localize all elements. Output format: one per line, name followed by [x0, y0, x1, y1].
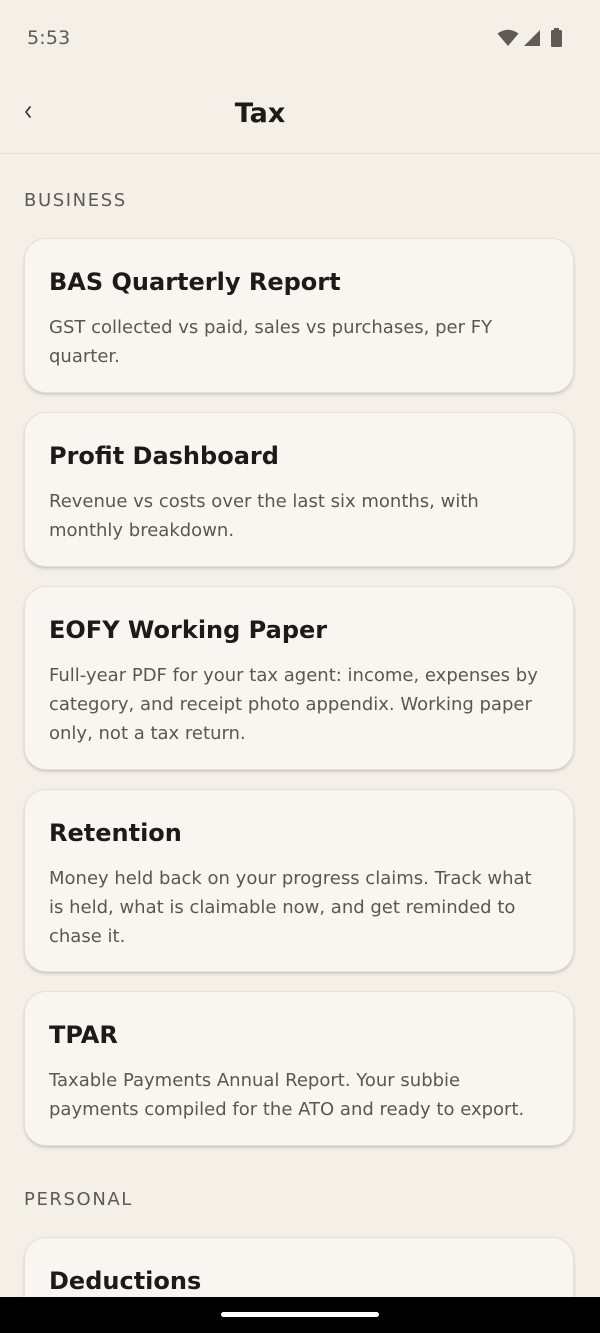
- card-title: Deductions: [49, 1267, 202, 1295]
- page-title: Tax: [234, 98, 286, 129]
- card-description: Taxable Payments Annual Report. Your sub…: [49, 1070, 525, 1120]
- status-time: 5:53: [27, 27, 71, 49]
- status-icons: [497, 28, 562, 47]
- status-bar: 5:53: [0, 0, 600, 78]
- wifi-icon: [497, 29, 519, 47]
- app-bar: Tax: [0, 78, 600, 154]
- section-label-business: BUSINESS: [24, 190, 127, 211]
- card-tpar[interactable]: TPAR Taxable Payments Annual Report. You…: [24, 991, 574, 1146]
- card-description: Revenue vs costs over the last six month…: [49, 491, 479, 541]
- card-title: TPAR: [49, 1021, 118, 1049]
- card-description: GST collected vs paid, sales vs purchase…: [49, 317, 493, 367]
- card-retention[interactable]: Retention Money held back on your progre…: [24, 789, 574, 972]
- cellular-signal-icon: [523, 29, 541, 47]
- system-nav-bar: [0, 1297, 600, 1333]
- card-title: Retention: [49, 819, 182, 847]
- card-description: Full-year PDF for your tax agent: income…: [49, 665, 538, 744]
- home-indicator[interactable]: [221, 1312, 379, 1317]
- section-label-personal: PERSONAL: [24, 1189, 133, 1210]
- card-profit-dashboard[interactable]: Profit Dashboard Revenue vs costs over t…: [24, 412, 574, 567]
- card-eofy-working-paper[interactable]: EOFY Working Paper Full-year PDF for you…: [24, 586, 574, 770]
- card-description: Money held back on your progress claims.…: [49, 868, 532, 947]
- card-title: BAS Quarterly Report: [49, 268, 341, 296]
- card-title: Profit Dashboard: [49, 442, 279, 470]
- battery-icon: [551, 28, 562, 47]
- card-bas-quarterly-report[interactable]: BAS Quarterly Report GST collected vs pa…: [24, 238, 574, 393]
- card-title: EOFY Working Paper: [49, 616, 328, 644]
